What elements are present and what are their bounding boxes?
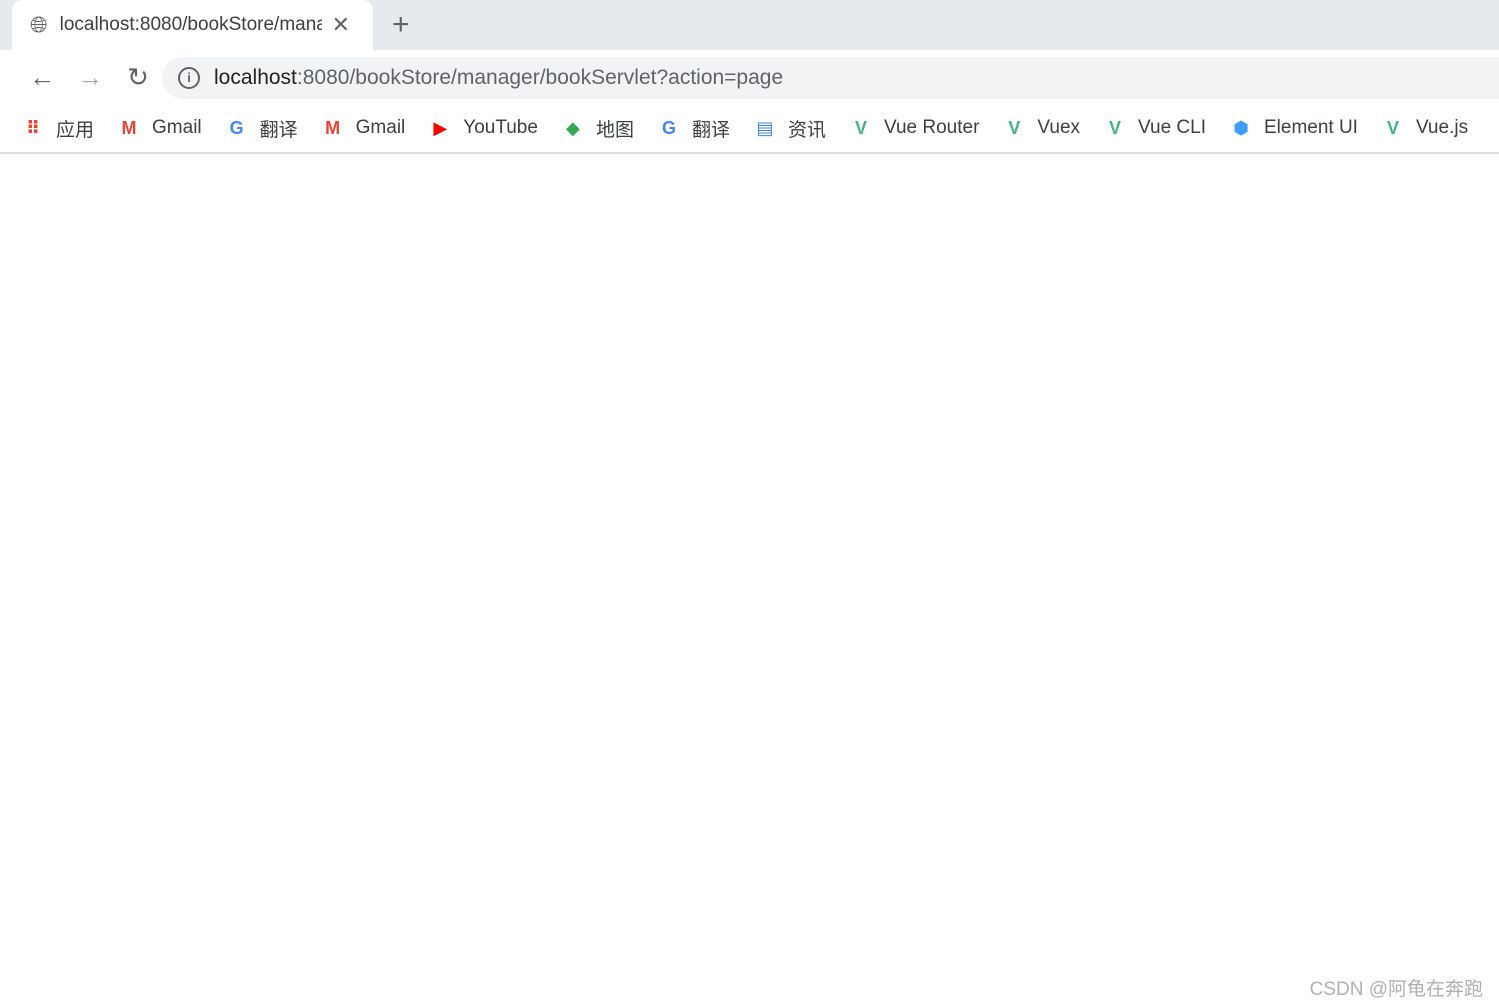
tab-strip: 🌐︎ localhost:8080/bookStore/manager/book…	[0, 0, 1499, 50]
globe-icon: 🌐︎	[30, 12, 48, 37]
forward-button[interactable]: →	[66, 62, 114, 93]
bookmark-label: 资讯	[787, 119, 826, 141]
bookmark-label: Gmail	[152, 117, 202, 138]
vue-icon: V	[854, 117, 867, 138]
bookmark-label: Vue CLI	[1138, 117, 1206, 138]
reload-button[interactable]: ↻	[114, 62, 162, 93]
watermark: CSDN @阿龟在奔跑	[1309, 979, 1483, 1000]
tab-title: localhost:8080/bookStore/manager/bookSer…	[59, 14, 322, 35]
bookmark-item[interactable]: G 翻译	[658, 115, 730, 142]
bookmark-label: Vue.js	[1415, 117, 1469, 138]
google-news-icon: ▤	[756, 117, 774, 138]
bookmark-label: Gmail	[355, 117, 406, 138]
bookmark-item[interactable]: V Vuex	[1003, 117, 1080, 139]
address-bar[interactable]: i localhost:8080/bookStore/manager/bookS…	[162, 57, 1499, 99]
bookmark-item[interactable]: G 翻译	[226, 115, 298, 142]
url-path: :8080/bookStore/manager/bookServlet?acti…	[296, 66, 784, 89]
bookmark-label: 翻译	[691, 119, 730, 141]
bookmark-label: 应用	[56, 119, 95, 141]
bookmark-item[interactable]: V Vue.js	[1382, 117, 1468, 139]
google-maps-icon: ◆	[566, 117, 580, 138]
apps-grid-icon: ⠿	[25, 117, 41, 138]
bookmark-item[interactable]: ⬢ Element UI	[1230, 117, 1358, 139]
vue-icon: V	[1008, 117, 1021, 138]
element-ui-icon: ⬢	[1233, 117, 1249, 138]
google-translate-icon: G	[229, 117, 244, 138]
youtube-icon: ▶	[433, 117, 448, 138]
bookmark-label: 翻译	[259, 119, 298, 141]
gmail-icon: M	[121, 117, 137, 138]
info-icon[interactable]: i	[178, 67, 200, 89]
new-tab-button[interactable]: +	[392, 8, 410, 42]
vue-icon: V	[1109, 117, 1122, 138]
bookmark-label: YouTube	[463, 117, 538, 138]
tab-active[interactable]: 🌐︎ localhost:8080/bookStore/manager/book…	[12, 0, 373, 50]
bookmark-item[interactable]: ◆ 地图	[562, 115, 634, 142]
google-translate-icon: G	[661, 117, 676, 138]
url-host: localhost	[214, 66, 297, 89]
bookmark-label: Element UI	[1263, 117, 1358, 138]
bookmark-item[interactable]: V Vue Router	[850, 117, 979, 139]
bookmark-item[interactable]: V Vue CLI	[1104, 117, 1206, 139]
bookmark-item[interactable]: M Gmail	[118, 117, 202, 139]
bookmark-item[interactable]: ▤ 资讯	[754, 115, 826, 142]
bookmark-item[interactable]: M Gmail	[322, 117, 406, 139]
bookmarks-bar: ⠿ 应用 M Gmail G 翻译 M Gmail ▶ YouTube ◆ 地图 G 翻译 ▤ 资讯 V Vue …	[0, 104, 1499, 154]
bookmark-label: Vuex	[1037, 117, 1081, 138]
bookmark-label: 地图	[595, 119, 634, 141]
url-text[interactable]: localhost:8080/bookStore/manager/bookSer…	[214, 66, 783, 90]
back-button[interactable]: ←	[18, 62, 66, 93]
gmail-icon: M	[325, 117, 341, 138]
vue-icon: V	[1386, 117, 1399, 138]
bookmark-label: Vue Router	[884, 117, 980, 138]
bookmark-item[interactable]: ▶ YouTube	[429, 117, 538, 139]
close-tab-icon[interactable]: ✕	[332, 12, 350, 38]
bookmark-item[interactable]: ⠿ 应用	[22, 115, 94, 142]
